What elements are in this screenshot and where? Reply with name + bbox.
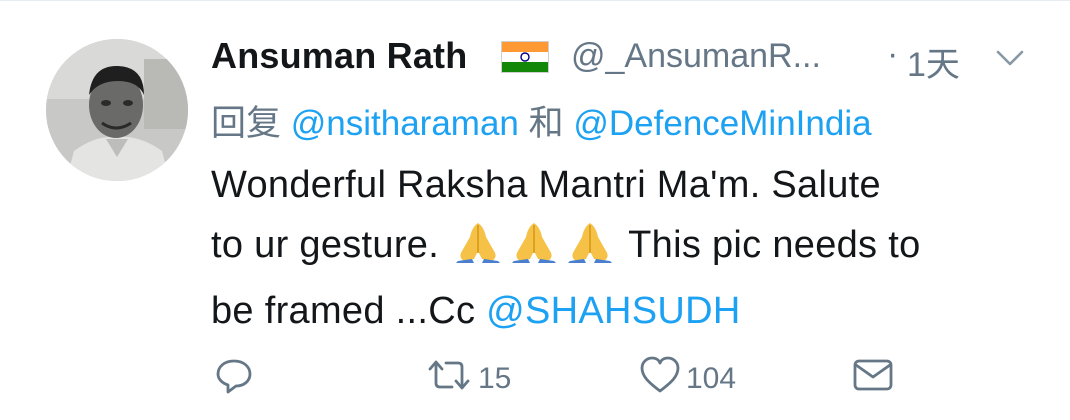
folded-hands-icon [564,221,616,281]
avatar[interactable] [46,39,188,181]
reply-context: 回复 @nsitharaman 和 @DefenceMinIndia [211,95,872,146]
retweet-icon [424,355,474,403]
tweet-header: Ansuman Rath @_AnsumanR... · 1天 [211,33,1041,86]
direct-message-button[interactable] [852,357,894,401]
reply-icon [214,355,254,403]
tweet[interactable]: Ansuman Rath @_AnsumanR... · 1天 回复 @nsit… [0,0,1070,420]
tweet-text-line: Wonderful Raksha Mantri Ma'm. Salute [211,164,881,206]
reply-button[interactable] [214,357,254,401]
india-flag-icon [501,41,549,78]
reply-prefix: 回复 [211,104,282,143]
mention-link[interactable]: @SHAHSUDH [486,290,741,332]
tweet-text: Wonderful Raksha Mantri Ma'm. Salute to … [211,155,1031,341]
tweet-text-line: to ur gesture. This pic needs to [211,215,1031,281]
tweet-timestamp[interactable]: 1天 [907,37,960,86]
tweet-text-line: be framed ...Cc @SHAHSUDH [211,281,1031,341]
chevron-down-icon[interactable] [995,47,1025,74]
folded-hands-icon [508,221,560,281]
mention-link[interactable]: @nsitharaman [291,104,519,143]
folded-hands-icon [452,221,504,281]
tweet-text-segment: to ur gesture. [211,224,440,266]
envelope-icon [852,355,894,403]
tweet-text-segment: be framed ...Cc [211,290,476,332]
retweet-button[interactable]: 15 [424,357,511,401]
tweet-text-segment: This pic needs to [628,224,921,266]
separator-dot: · [887,35,899,73]
display-name[interactable]: Ansuman Rath [211,35,467,77]
tweet-actions: 15 104 [0,355,1070,403]
like-button[interactable]: 104 [638,355,737,403]
mention-link[interactable]: @DefenceMinIndia [573,104,871,143]
reply-and: 和 [528,104,564,143]
retweet-count: 15 [478,362,512,395]
user-handle[interactable]: @_AnsumanR... [571,37,821,76]
heart-icon [638,355,682,403]
like-count: 104 [686,362,737,395]
